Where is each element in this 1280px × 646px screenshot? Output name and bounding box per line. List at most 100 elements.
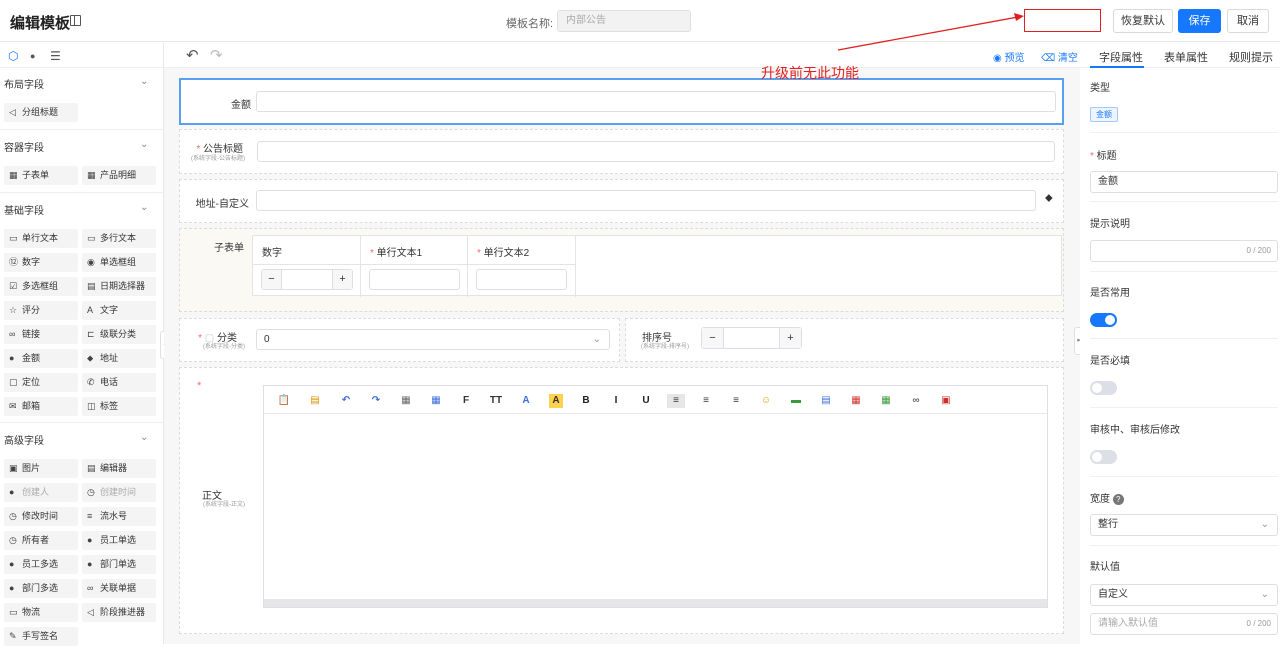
group-title[interactable]: 基础字段 bbox=[4, 202, 44, 217]
stepper-minus-button[interactable]: − bbox=[262, 270, 282, 289]
link-icon[interactable]: ∞ bbox=[909, 394, 923, 408]
title-field-card[interactable]: * 公告标题 (系统字段-公告标题) bbox=[179, 129, 1064, 174]
palette-item[interactable]: ◉ 单选框组 bbox=[82, 253, 156, 272]
palette-item[interactable]: ▭ 单行文本 bbox=[4, 229, 78, 248]
field-type-icon: ▦ bbox=[87, 170, 96, 180]
fullscreen-icon[interactable]: ▣ bbox=[939, 394, 953, 408]
category-select[interactable]: 0 ⌄ bbox=[256, 329, 610, 350]
palette-item[interactable]: ☑ 多选框组 bbox=[4, 277, 78, 296]
modify-toggle[interactable] bbox=[1090, 450, 1117, 464]
palette-item[interactable]: A 文字 bbox=[82, 301, 156, 320]
undo-icon[interactable]: ↶ bbox=[339, 394, 353, 408]
horizontal-rule-icon[interactable]: ▬ bbox=[789, 394, 803, 408]
subform-text2-input[interactable] bbox=[476, 269, 567, 290]
address-field-card[interactable]: 地址-自定义 ⬥ bbox=[179, 179, 1064, 223]
chevron-down-icon[interactable]: ⌄ bbox=[140, 202, 148, 213]
palette-item[interactable]: ✉ 邮箱 bbox=[4, 397, 78, 416]
group-title[interactable]: 容器字段 bbox=[4, 139, 44, 154]
stepper-minus-button[interactable]: − bbox=[702, 328, 724, 348]
chevron-down-icon[interactable]: ⌄ bbox=[140, 432, 148, 443]
palette-item[interactable]: ▢ 定位 bbox=[4, 373, 78, 392]
palette-item[interactable]: ▤ 编辑器 bbox=[82, 459, 156, 478]
italic-icon[interactable]: I bbox=[609, 394, 623, 408]
palette-item[interactable]: ◁ 分组标题 bbox=[4, 103, 78, 122]
palette-item[interactable]: ◷ 所有者 bbox=[4, 531, 78, 550]
subform-text1-input[interactable] bbox=[369, 269, 460, 290]
palette-item[interactable]: ● 创建人 bbox=[4, 483, 78, 502]
address-input[interactable] bbox=[256, 190, 1036, 211]
palette-item[interactable]: ▭ 物流 bbox=[4, 603, 78, 622]
title-prop-label: 标题 bbox=[1096, 151, 1117, 162]
palette-item[interactable]: ✆ 电话 bbox=[82, 373, 156, 392]
paste-text-icon[interactable]: ▤ bbox=[308, 394, 322, 408]
palette-item[interactable]: ▤ 日期选择器 bbox=[82, 277, 156, 296]
palette-item[interactable]: ● 部门多选 bbox=[4, 579, 78, 598]
image-insert-icon[interactable]: ▤ bbox=[819, 394, 833, 408]
help-icon[interactable]: ? bbox=[1112, 494, 1124, 505]
palette-item[interactable]: ● 金额 bbox=[4, 349, 78, 368]
sort-stepper[interactable]: − + bbox=[701, 327, 802, 349]
font-family-icon[interactable]: F bbox=[459, 394, 473, 408]
palette-item[interactable]: ● 员工多选 bbox=[4, 555, 78, 574]
bold-icon[interactable]: B bbox=[579, 394, 593, 408]
stepper-plus-button[interactable]: + bbox=[779, 328, 801, 348]
palette-item[interactable]: ▣ 图片 bbox=[4, 459, 78, 478]
table-icon[interactable]: ▦ bbox=[399, 394, 413, 408]
required-toggle[interactable] bbox=[1090, 381, 1117, 395]
palette-item[interactable]: ▦ 子表单 bbox=[4, 166, 78, 185]
redo-icon[interactable]: ↷ bbox=[369, 394, 383, 408]
hint-input[interactable]: 0 / 200 bbox=[1090, 240, 1278, 262]
palette-item-label: 产品明细 bbox=[100, 170, 137, 180]
align-center-icon[interactable]: ≡ bbox=[699, 394, 713, 408]
palette-item[interactable]: ⊏ 级联分类 bbox=[82, 325, 156, 344]
media-icon[interactable]: ▦ bbox=[879, 394, 893, 408]
body-field-card[interactable]: * 正文 (系统字段-正文) 📋 ▤ ↶ ↷ ▦ ▦ F TT A A B I U ≡ ≡ ≡ ☺ ▬ ▤ ▦ ▦ ∞ ▣ bbox=[179, 367, 1064, 634]
underline-icon[interactable]: U bbox=[639, 394, 653, 408]
palette-item[interactable]: ⑫ 数字 bbox=[4, 253, 78, 272]
palette-item[interactable]: ✎ 手写签名 bbox=[4, 627, 78, 646]
default-value-input[interactable]: 请输入默认值 0 / 200 bbox=[1090, 613, 1278, 635]
chart-icon[interactable]: ▦ bbox=[849, 394, 863, 408]
align-left-icon[interactable]: ≡ bbox=[667, 394, 685, 408]
default-type-select[interactable]: 自定义 ⌄ bbox=[1090, 584, 1278, 606]
palette-item[interactable]: ◁ 阶段推进器 bbox=[82, 603, 156, 622]
paste-icon[interactable]: 📋 bbox=[277, 394, 291, 408]
palette-item[interactable]: ● 部门单选 bbox=[82, 555, 156, 574]
palette-item[interactable]: ≡ 流水号 bbox=[82, 507, 156, 526]
field-type-icon: ▤ bbox=[87, 281, 96, 291]
align-right-icon[interactable]: ≡ bbox=[729, 394, 743, 408]
rich-text-editor[interactable]: 📋 ▤ ↶ ↷ ▦ ▦ F TT A A B I U ≡ ≡ ≡ ☺ ▬ ▤ ▦ ▦ ∞ ▣ bbox=[263, 385, 1048, 608]
category-sub: (系统字段-分类) bbox=[203, 344, 245, 350]
common-toggle[interactable] bbox=[1090, 313, 1117, 327]
group-title[interactable]: 高级字段 bbox=[4, 432, 44, 447]
palette-item[interactable]: ∞ 关联单据 bbox=[82, 579, 156, 598]
palette-item[interactable]: ◷ 创建时间 bbox=[82, 483, 156, 502]
palette-item[interactable]: ∞ 链接 bbox=[4, 325, 78, 344]
editor-scrollbar[interactable] bbox=[264, 599, 1047, 607]
number-stepper[interactable]: − + bbox=[261, 269, 353, 290]
subform-card[interactable]: 子表单 数字 − + * 单行文本1 * 单行文本2 bbox=[179, 228, 1064, 312]
chevron-down-icon[interactable]: ⌄ bbox=[140, 139, 148, 150]
common-label: 是否常用 bbox=[1090, 288, 1130, 299]
palette-item[interactable]: ☆ 评分 bbox=[4, 301, 78, 320]
stepper-plus-button[interactable]: + bbox=[332, 270, 352, 289]
palette-item-label: 创建人 bbox=[22, 487, 50, 497]
location-pin-icon[interactable]: ⬥ bbox=[1045, 192, 1053, 205]
title-prop-input[interactable]: 金额 bbox=[1090, 171, 1278, 193]
font-color-icon[interactable]: A bbox=[519, 394, 533, 408]
palette-item[interactable]: ⬥ 地址 bbox=[82, 349, 156, 368]
emoji-icon[interactable]: ☺ bbox=[759, 394, 773, 408]
category-field-card[interactable]: * ▢ 分类 (系统字段-分类) 0 ⌄ bbox=[179, 318, 620, 362]
font-size-icon[interactable]: TT bbox=[489, 394, 503, 408]
palette-item[interactable]: ◷ 修改时间 bbox=[4, 507, 78, 526]
width-select[interactable]: 整行 ⌄ bbox=[1090, 514, 1278, 536]
palette-item[interactable]: ● 员工单选 bbox=[82, 531, 156, 550]
image-icon[interactable]: ▦ bbox=[429, 394, 443, 408]
palette-item[interactable]: ▭ 多行文本 bbox=[82, 229, 156, 248]
palette-item[interactable]: ▦ 产品明细 bbox=[82, 166, 156, 185]
sort-field-card[interactable]: 排序号 (系统字段-排序号) − + bbox=[625, 318, 1064, 362]
title-input[interactable] bbox=[257, 141, 1055, 162]
hint-counter: 0 / 200 bbox=[1246, 246, 1271, 255]
palette-item[interactable]: ◫ 标签 bbox=[82, 397, 156, 416]
highlight-icon[interactable]: A bbox=[549, 394, 563, 408]
